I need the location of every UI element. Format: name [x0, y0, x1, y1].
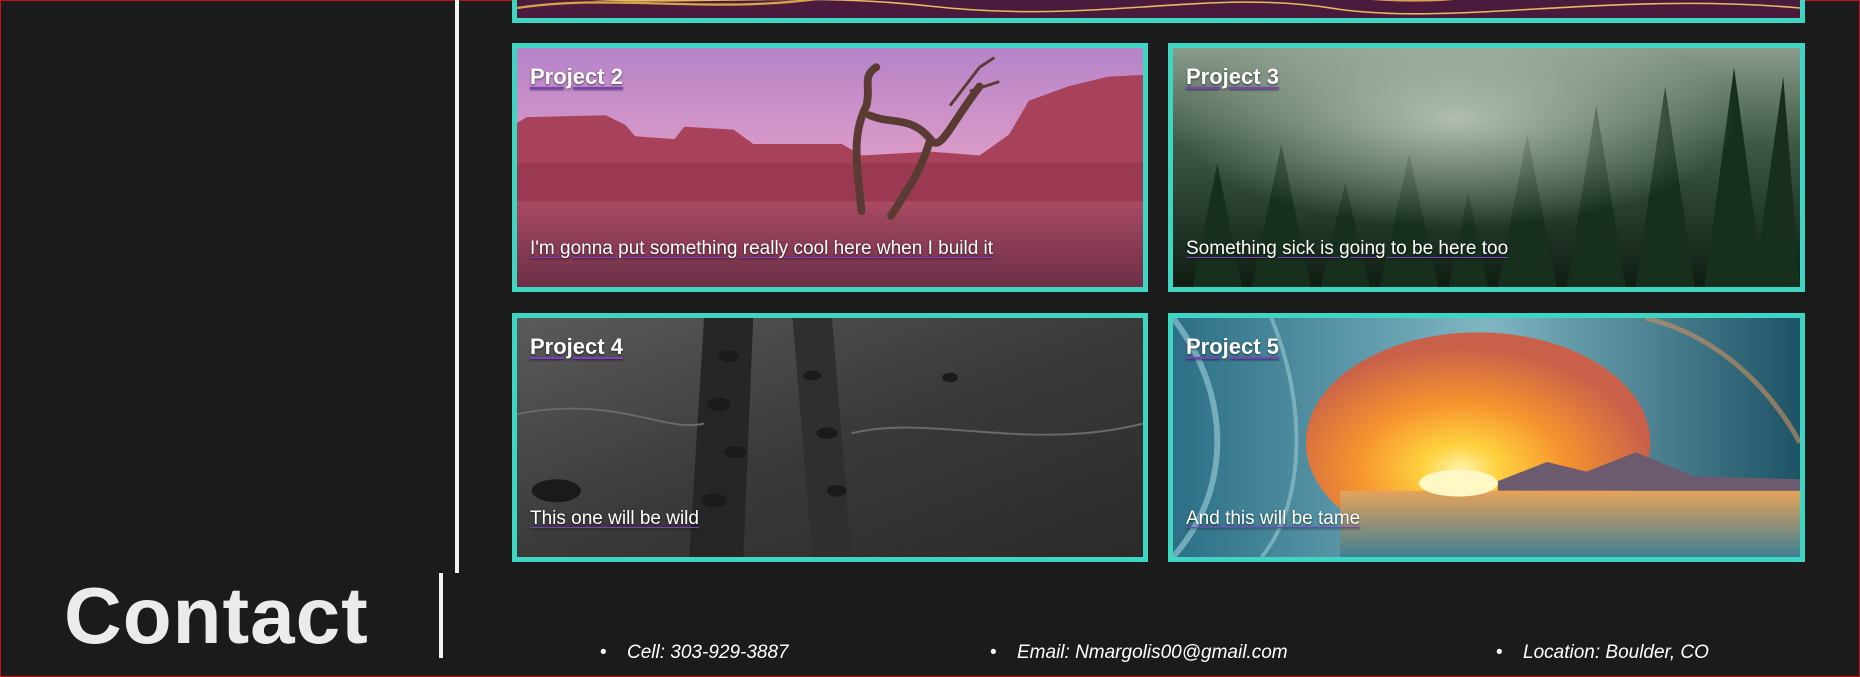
project-card-3[interactable]: Project 3 Something sick is going to be …: [1168, 43, 1805, 292]
project-3-description: Something sick is going to be here too: [1186, 238, 1509, 259]
project-2-title[interactable]: Project 2: [530, 64, 623, 90]
contact-email[interactable]: Email: Nmargolis00@gmail.com: [990, 642, 1288, 664]
sidebar-divider: [455, 0, 459, 573]
project-2-description: I'm gonna put something really cool here…: [530, 238, 994, 259]
project-5-description: And this will be tame: [1186, 508, 1361, 529]
project-card-4[interactable]: Project 4 This one will be wild: [512, 313, 1148, 562]
project-card-5[interactable]: Project 5 And this will be tame: [1168, 313, 1805, 562]
project-5-title[interactable]: Project 5: [1186, 334, 1279, 360]
contact-list: Cell: 303-929-3887 Email: Nmargolis00@gm…: [0, 642, 1860, 666]
contact-cell: Cell: 303-929-3887: [600, 642, 789, 664]
project-card-1[interactable]: [512, 0, 1805, 23]
project-card-2[interactable]: Project 2 I'm gonna put something really…: [512, 43, 1148, 292]
contact-location: Location: Boulder, CO: [1496, 642, 1709, 664]
project-4-description: This one will be wild: [530, 508, 699, 529]
project-3-title[interactable]: Project 3: [1186, 64, 1279, 90]
project-4-title[interactable]: Project 4: [530, 334, 623, 360]
project-1-image: [517, 0, 1800, 18]
